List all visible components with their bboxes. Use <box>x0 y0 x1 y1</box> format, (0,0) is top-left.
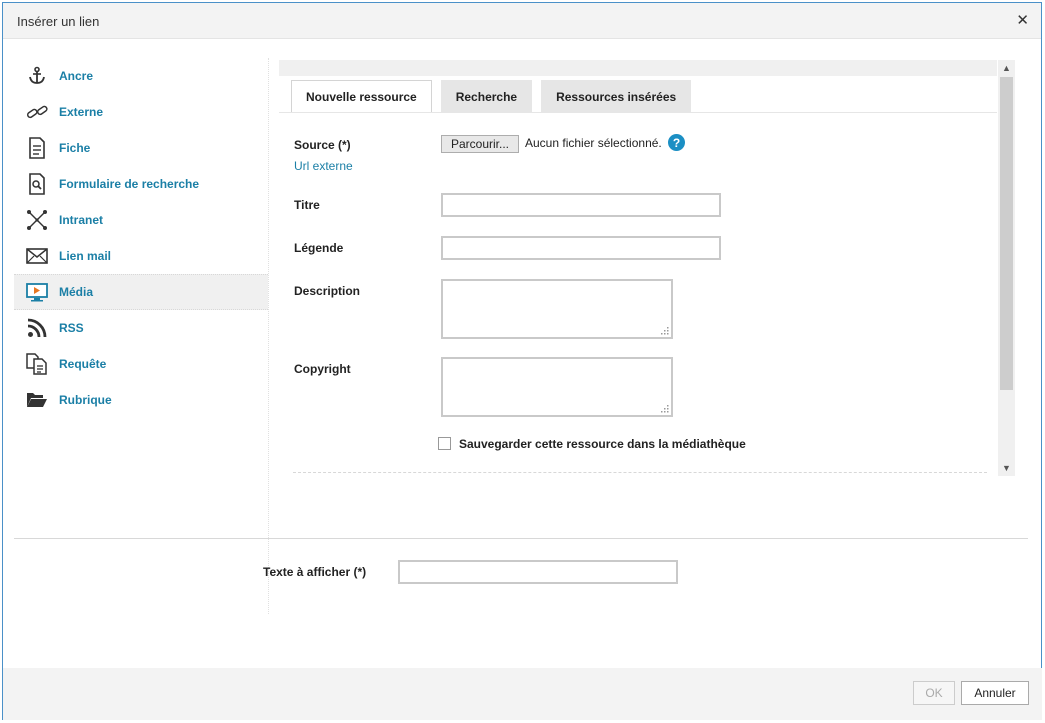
tab-recherche[interactable]: Recherche <box>440 80 533 113</box>
url-externe-link[interactable]: Url externe <box>294 159 353 173</box>
search-form-icon <box>26 173 48 195</box>
sidebar-item-rubrique[interactable]: Rubrique <box>14 382 268 418</box>
monitor-play-icon <box>26 281 48 303</box>
folder-open-icon <box>26 389 48 411</box>
link-type-sidebar: Ancre Externe Fiche Formulaire de recher… <box>14 58 268 418</box>
scroll-down-icon[interactable]: ▼ <box>998 460 1015 476</box>
anchor-icon <box>26 65 48 87</box>
legende-label: Légende <box>294 241 344 255</box>
document-icon <box>26 137 48 159</box>
dialog-title: Insérer un lien <box>17 14 100 29</box>
tab-underline <box>279 112 997 113</box>
sidebar-item-label: Lien mail <box>59 249 112 263</box>
resize-grip-icon[interactable] <box>661 327 669 335</box>
chain-link-icon <box>26 101 48 123</box>
titre-input[interactable] <box>441 193 721 217</box>
sidebar-item-label: Intranet <box>59 213 104 227</box>
ok-button[interactable]: OK <box>913 681 955 705</box>
sidebar-item-label: Média <box>59 285 94 299</box>
sidebar-item-fiche[interactable]: Fiche <box>14 130 268 166</box>
legende-input[interactable] <box>441 236 721 260</box>
tab-bar: Nouvelle ressource Recherche Ressources … <box>291 80 700 113</box>
sidebar-item-requete[interactable]: Requête <box>14 346 268 382</box>
description-textarea[interactable] <box>441 279 673 339</box>
rss-icon <box>26 317 48 339</box>
sidebar-item-label: Requête <box>59 357 107 371</box>
sidebar-item-media[interactable]: Média <box>14 274 268 310</box>
source-label: Source (*) <box>294 138 351 152</box>
sidebar-item-label: Rubrique <box>59 393 112 407</box>
browse-button[interactable]: Parcourir... <box>441 135 519 153</box>
sidebar-item-lien-mail[interactable]: Lien mail <box>14 238 268 274</box>
media-panel: Nouvelle ressource Recherche Ressources … <box>279 60 1016 476</box>
envelope-icon <box>26 245 48 267</box>
scroll-up-icon[interactable]: ▲ <box>998 60 1015 76</box>
sidebar-item-externe[interactable]: Externe <box>14 94 268 130</box>
description-label: Description <box>294 284 361 298</box>
help-icon[interactable]: ? <box>668 134 685 151</box>
copyright-textarea[interactable] <box>441 357 673 417</box>
copyright-label: Copyright <box>294 362 351 376</box>
sidebar-item-intranet[interactable]: Intranet <box>14 202 268 238</box>
sidebar-divider <box>268 58 269 614</box>
texte-a-afficher-label: Texte à afficher (*) <box>263 565 367 579</box>
tab-nouvelle-ressource[interactable]: Nouvelle ressource <box>291 80 432 113</box>
sidebar-item-label: Fiche <box>59 141 91 155</box>
resize-grip-icon[interactable] <box>661 405 669 413</box>
tab-ressources-inserees[interactable]: Ressources insérées <box>541 80 692 113</box>
query-documents-icon <box>26 353 48 375</box>
network-icon <box>26 209 48 231</box>
sidebar-item-label: RSS <box>59 321 84 335</box>
sidebar-item-label: Externe <box>59 105 104 119</box>
sidebar-item-formulaire-de-recherche[interactable]: Formulaire de recherche <box>14 166 268 202</box>
form-end-divider <box>293 472 987 473</box>
no-file-text: Aucun fichier sélectionné. <box>525 136 662 150</box>
dialog-footer: OK Annuler <box>3 668 1042 720</box>
panel-scrollbar[interactable]: ▲ ▼ <box>998 60 1015 476</box>
cancel-button[interactable]: Annuler <box>961 681 1029 705</box>
section-divider <box>14 538 1028 539</box>
sidebar-item-rss[interactable]: RSS <box>14 310 268 346</box>
texte-a-afficher-input[interactable] <box>398 560 678 584</box>
save-to-library-checkbox[interactable] <box>438 437 451 450</box>
save-to-library-label[interactable]: Sauvegarder cette ressource dans la médi… <box>459 437 746 451</box>
panel-header-strip <box>279 60 997 76</box>
dialog-titlebar: Insérer un lien ✕ <box>3 3 1041 39</box>
scrollbar-thumb[interactable] <box>1000 77 1013 390</box>
sidebar-item-label: Formulaire de recherche <box>59 177 200 191</box>
titre-label: Titre <box>294 198 320 212</box>
sidebar-item-ancre[interactable]: Ancre <box>14 58 268 94</box>
sidebar-item-label: Ancre <box>59 69 94 83</box>
close-icon[interactable]: ✕ <box>1016 11 1029 29</box>
